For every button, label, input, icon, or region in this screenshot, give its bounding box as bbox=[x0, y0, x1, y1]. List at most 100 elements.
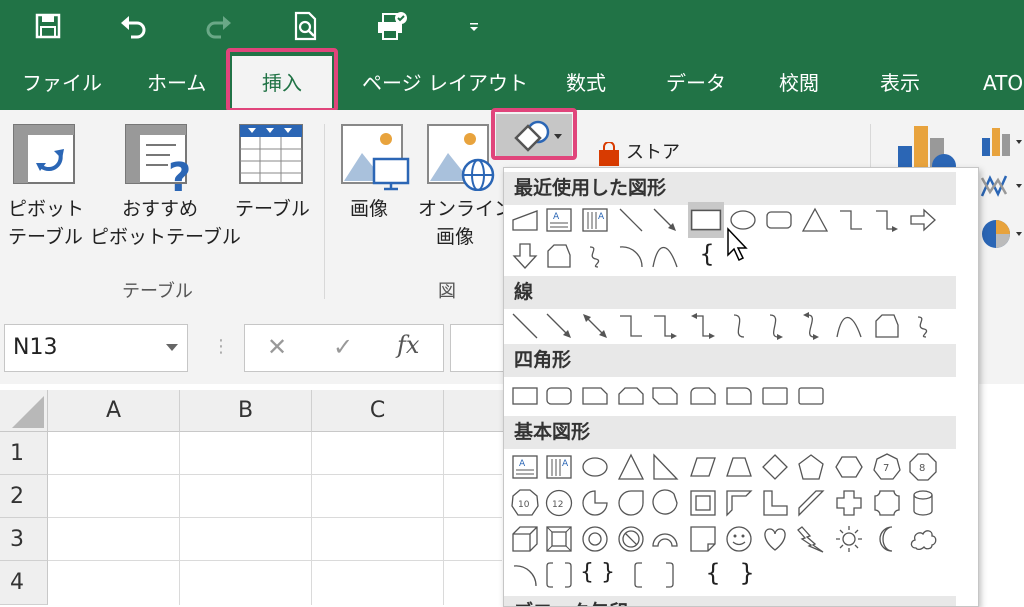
shape-basic-trapezoid[interactable] bbox=[724, 452, 754, 482]
customize-qat-icon[interactable] bbox=[454, 8, 494, 44]
shape-curve[interactable] bbox=[834, 311, 864, 341]
shape-recent-vertical-textbox[interactable]: A bbox=[580, 205, 610, 235]
print-preview-icon[interactable] bbox=[286, 8, 326, 44]
shape-basic-dodecagon[interactable]: 12 bbox=[544, 488, 574, 518]
shape-curved-arrow-connector[interactable] bbox=[760, 311, 790, 341]
shape-line-arrow[interactable] bbox=[544, 311, 574, 341]
shape-recent-triangle[interactable] bbox=[800, 205, 830, 235]
pivot-table-icon[interactable] bbox=[12, 123, 78, 187]
shape-scribble[interactable] bbox=[908, 311, 938, 341]
shape-basic-donut[interactable] bbox=[580, 524, 610, 554]
enter-button[interactable]: ✓ bbox=[333, 333, 353, 361]
line-chart-icon[interactable] bbox=[980, 168, 1024, 202]
recommended-pivot-label-2[interactable]: ピボットテーブル bbox=[90, 222, 241, 252]
shape-basic-heptagon[interactable]: 7 bbox=[872, 452, 902, 482]
shape-basic-cube[interactable] bbox=[510, 524, 540, 554]
shape-round-diagonal[interactable] bbox=[796, 381, 826, 411]
shape-elbow-connector[interactable] bbox=[616, 311, 646, 341]
tab-review[interactable]: 校閲 bbox=[779, 56, 819, 110]
shape-basic-folded-corner[interactable] bbox=[688, 524, 718, 554]
shape-recent-line[interactable] bbox=[616, 205, 646, 235]
shape-basic-left-bracket[interactable] bbox=[624, 560, 654, 590]
shape-recent-brace[interactable]: { bbox=[692, 239, 722, 269]
shape-basic-plaque[interactable] bbox=[872, 488, 902, 518]
shape-recent-arrow[interactable] bbox=[650, 205, 680, 235]
insert-function-button[interactable]: fx bbox=[397, 331, 419, 359]
picture-label[interactable]: 画像 bbox=[350, 194, 388, 224]
shape-snip-same-side[interactable] bbox=[616, 381, 646, 411]
shape-recent-rectangle[interactable] bbox=[688, 202, 724, 238]
name-box[interactable]: N13 bbox=[4, 324, 188, 372]
select-all-button[interactable] bbox=[0, 390, 48, 432]
tab-data[interactable]: データ bbox=[666, 56, 726, 110]
store-icon[interactable] bbox=[596, 141, 622, 168]
tab-ato[interactable]: ATO bbox=[983, 56, 1023, 110]
shape-snip-diagonal[interactable] bbox=[650, 381, 680, 411]
online-picture-icon[interactable] bbox=[426, 123, 496, 192]
shape-recent-freeform[interactable] bbox=[544, 241, 574, 271]
row-header-1[interactable]: 1 bbox=[0, 432, 48, 475]
online-picture-label-2[interactable]: 画像 bbox=[436, 222, 474, 252]
shape-basic-cross[interactable] bbox=[834, 488, 864, 518]
shape-basic-right-brace[interactable]: } bbox=[732, 558, 762, 588]
shape-basic-block-arc[interactable] bbox=[650, 524, 680, 554]
table-icon[interactable] bbox=[238, 123, 304, 187]
shape-snip-single-corner[interactable] bbox=[580, 381, 610, 411]
shape-recent-curve[interactable] bbox=[650, 241, 680, 271]
table-label[interactable]: テーブル bbox=[235, 194, 310, 224]
online-picture-label-1[interactable]: オンライン bbox=[418, 194, 513, 224]
shape-snip-round[interactable] bbox=[688, 381, 718, 411]
shape-recent-textbox[interactable]: A bbox=[544, 205, 574, 235]
shape-basic-double-brace[interactable]: { } bbox=[580, 558, 615, 588]
column-header-b[interactable]: B bbox=[180, 390, 312, 432]
shape-elbow-double-arrow[interactable] bbox=[688, 311, 718, 341]
shape-round-single-corner[interactable] bbox=[724, 381, 754, 411]
column-header-d[interactable] bbox=[444, 390, 504, 432]
shape-basic-vertical-textbox[interactable]: A bbox=[544, 452, 574, 482]
shape-basic-moon[interactable] bbox=[872, 524, 902, 554]
tab-page-layout[interactable]: ページ レイアウト bbox=[362, 56, 528, 110]
row-header-3[interactable]: 3 bbox=[0, 518, 48, 561]
shape-recent-right-arrow[interactable] bbox=[908, 205, 938, 235]
shape-basic-half-frame[interactable] bbox=[724, 488, 754, 518]
tab-formulas[interactable]: 数式 bbox=[566, 56, 606, 110]
shape-basic-chord[interactable] bbox=[650, 488, 680, 518]
shape-recent-rounded-rectangle[interactable] bbox=[764, 205, 794, 235]
shape-basic-l-shape[interactable] bbox=[760, 488, 790, 518]
shape-basic-parallelogram[interactable] bbox=[688, 452, 718, 482]
column-header-a[interactable]: A bbox=[48, 390, 180, 432]
picture-icon[interactable] bbox=[340, 123, 410, 191]
shape-curved-double-arrow[interactable] bbox=[796, 311, 826, 341]
shape-basic-cloud[interactable] bbox=[908, 524, 938, 554]
shape-basic-oval[interactable] bbox=[580, 452, 610, 482]
shape-basic-no-symbol[interactable] bbox=[616, 524, 646, 554]
shape-basic-pentagon[interactable] bbox=[796, 452, 826, 482]
print-icon[interactable] bbox=[372, 8, 412, 44]
cancel-button[interactable]: ✕ bbox=[267, 333, 287, 361]
shape-line-double-arrow[interactable] bbox=[580, 311, 610, 341]
shape-recent-scribble[interactable] bbox=[580, 241, 610, 271]
shape-rounded-rectangle[interactable] bbox=[544, 381, 574, 411]
shape-basic-right-triangle[interactable] bbox=[650, 452, 680, 482]
shape-recent-down-arrow[interactable] bbox=[510, 241, 540, 271]
shape-basic-can[interactable] bbox=[908, 488, 938, 518]
shape-basic-pie[interactable] bbox=[580, 488, 610, 518]
shape-basic-double-bracket[interactable] bbox=[544, 560, 574, 590]
undo-icon[interactable] bbox=[114, 8, 154, 44]
tab-home[interactable]: ホーム bbox=[147, 56, 206, 110]
shape-basic-diamond[interactable] bbox=[760, 452, 790, 482]
shape-basic-arc[interactable] bbox=[510, 560, 540, 590]
shape-basic-bevel[interactable] bbox=[544, 524, 574, 554]
shape-curved-connector[interactable] bbox=[724, 311, 754, 341]
tab-view[interactable]: 表示 bbox=[880, 56, 920, 110]
shape-basic-teardrop[interactable] bbox=[616, 488, 646, 518]
shape-basic-hexagon[interactable] bbox=[834, 452, 864, 482]
pivot-table-label-2[interactable]: テーブル bbox=[8, 222, 83, 252]
column-chart-icon[interactable] bbox=[980, 124, 1024, 158]
shape-rectangle[interactable] bbox=[510, 381, 540, 411]
row-header-4[interactable]: 4 bbox=[0, 561, 48, 605]
name-box-dropdown-icon[interactable] bbox=[165, 343, 179, 353]
shape-line[interactable] bbox=[510, 311, 540, 341]
pivot-table-label-1[interactable]: ピボット bbox=[8, 194, 84, 224]
shape-basic-decagon[interactable]: 10 bbox=[510, 488, 540, 518]
